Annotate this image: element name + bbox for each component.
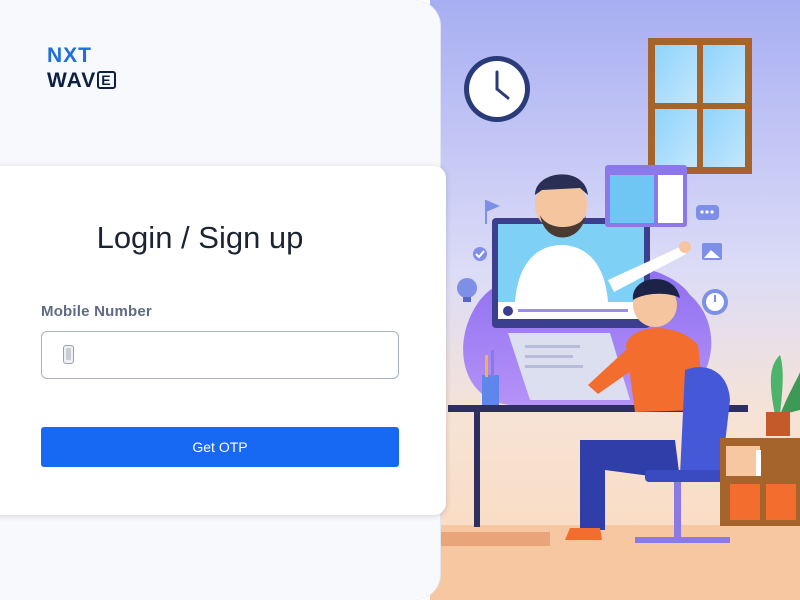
get-otp-button[interactable]: Get OTP (41, 427, 399, 467)
page-title: Login / Sign up (96, 220, 304, 255)
logo-line-1: NXT (47, 44, 92, 67)
mobile-number-label: Mobile Number (41, 303, 152, 320)
mobile-phone-icon (63, 345, 74, 364)
presentation-slide-icon (605, 165, 687, 227)
logo-line-2-text: WAV (47, 69, 97, 92)
mobile-number-field[interactable] (41, 331, 399, 379)
login-card: Login / Sign up Mobile Number Get OTP (0, 166, 446, 515)
online-learning-illustration (430, 0, 800, 600)
check-icon (473, 247, 487, 261)
chat-bubble-icon (696, 205, 719, 220)
image-icon (702, 243, 722, 260)
window-icon (648, 38, 752, 174)
bookshelf-icon (720, 438, 800, 526)
stopwatch-icon (702, 289, 728, 315)
logo-line-2: WAV E (47, 68, 137, 93)
mobile-number-input[interactable] (86, 332, 390, 378)
logo-boxed-letter: E (97, 71, 116, 89)
wall-clock-icon (464, 56, 530, 122)
nxtwave-logo: NXT WAV E (47, 43, 137, 95)
hero-illustration (430, 0, 800, 600)
